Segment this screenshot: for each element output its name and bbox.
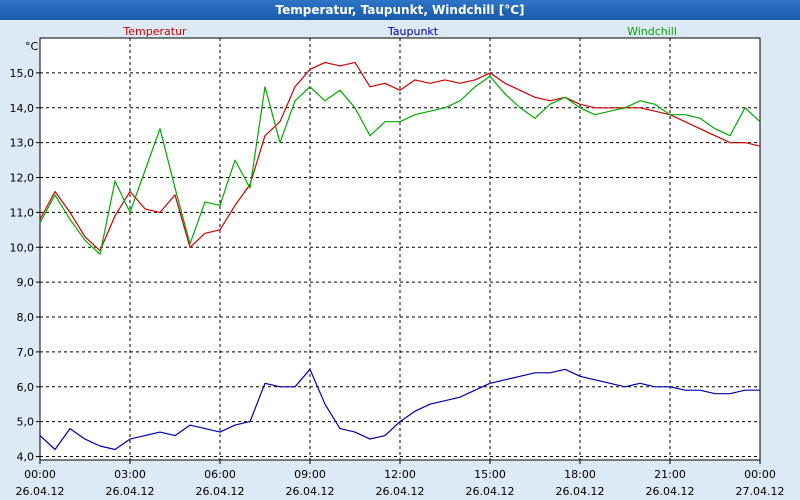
x-tick-date: 26.04.12	[376, 485, 425, 498]
y-tick-label: 13,0	[10, 137, 35, 150]
y-tick-label: 8,0	[17, 311, 35, 324]
x-tick-time: 00:00	[24, 468, 56, 481]
x-tick-time: 06:00	[204, 468, 236, 481]
y-tick-label: 12,0	[10, 172, 35, 185]
legend: Temperatur Taupunkt Windchill	[122, 25, 677, 38]
legend-windchill: Windchill	[627, 25, 677, 38]
y-axis-ticks: 4,0 5,0 6,0 7,0 8,0 9,0 10,0 11,0 12,0 13,0 14,0 15…	[10, 67, 40, 464]
x-tick-time: 00:00	[744, 468, 776, 481]
x-tick-date: 26.04.12	[466, 485, 515, 498]
y-tick-label: 4,0	[17, 451, 35, 464]
x-tick-date: 27.04.12	[736, 485, 785, 498]
x-tick-date: 26.04.12	[16, 485, 65, 498]
y-axis-label: °C	[25, 40, 39, 53]
y-tick-label: 7,0	[17, 346, 35, 359]
x-tick-date: 26.04.12	[196, 485, 245, 498]
x-axis-ticks: 00:00 26.04.12 03:00 26.04.12 06:00 26.04.12 0…	[16, 460, 785, 498]
window-title: Temperatur, Taupunkt, Windchill [°C]	[0, 0, 800, 20]
y-tick-label: 14,0	[10, 102, 35, 115]
legend-temperatur: Temperatur	[122, 25, 187, 38]
x-tick-time: 03:00	[114, 468, 146, 481]
x-tick-date: 26.04.12	[556, 485, 605, 498]
x-tick-time: 18:00	[564, 468, 596, 481]
y-tick-label: 10,0	[10, 241, 35, 254]
x-tick-date: 26.04.12	[286, 485, 335, 498]
y-tick-label: 6,0	[17, 381, 35, 394]
y-tick-label: 9,0	[17, 276, 35, 289]
y-tick-label: 15,0	[10, 67, 35, 80]
legend-taupunkt: Taupunkt	[387, 25, 439, 38]
y-tick-label: 11,0	[10, 206, 35, 219]
line-chart: 4,0 5,0 6,0 7,0 8,0 9,0 10,0 11,0 12,0 13,0 14,0 15…	[10, 25, 785, 498]
chart-window: Temperatur, Taupunkt, Windchill [°C] 4,0…	[0, 0, 800, 500]
x-tick-time: 12:00	[384, 468, 416, 481]
x-tick-time: 21:00	[654, 468, 686, 481]
y-tick-label: 5,0	[17, 416, 35, 429]
x-tick-date: 26.04.12	[646, 485, 695, 498]
x-tick-time: 09:00	[294, 468, 326, 481]
x-tick-time: 15:00	[474, 468, 506, 481]
x-tick-date: 26.04.12	[106, 485, 155, 498]
